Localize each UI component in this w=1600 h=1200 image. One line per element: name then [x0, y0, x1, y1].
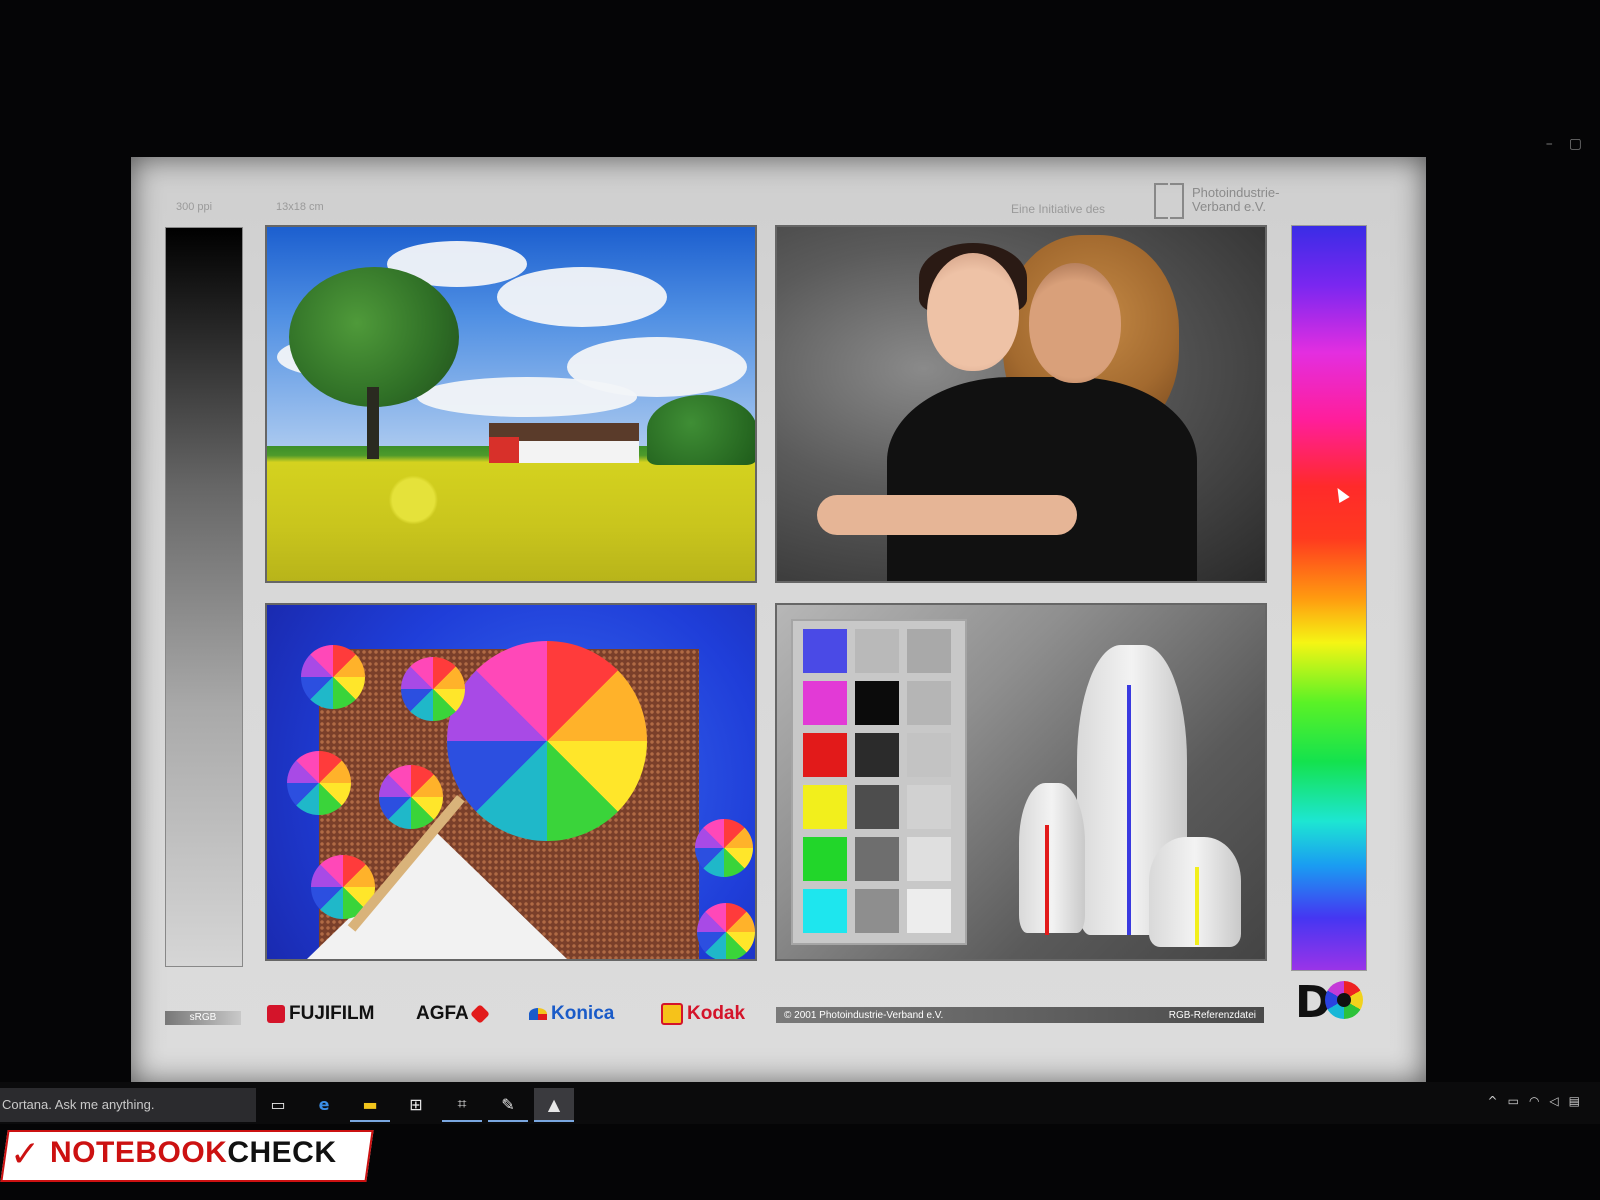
store-icon[interactable]: ⊞	[396, 1088, 436, 1120]
brand-konica: Konica	[529, 1003, 614, 1025]
landscape-photo	[265, 225, 757, 583]
copyright-text: © 2001 Photoindustrie-Verband e.V.	[784, 1009, 944, 1021]
paint-icon[interactable]: ✎	[488, 1088, 528, 1122]
tree	[289, 267, 459, 407]
app-icon[interactable]: ⌗	[442, 1088, 482, 1122]
pv-logo-icon	[1154, 183, 1184, 219]
rapeseed-field	[267, 446, 755, 581]
notification-icon[interactable]: ▤	[1569, 1094, 1580, 1108]
window-controls: – ▢	[1546, 136, 1582, 152]
brand-fujifilm: FUJIFILM	[267, 1003, 375, 1025]
patch-red	[803, 733, 847, 777]
minimize-icon[interactable]: –	[1546, 136, 1553, 152]
patch-yellow	[803, 785, 847, 829]
battery-icon[interactable]: ▭	[1508, 1094, 1519, 1108]
file-label-text: RGB-Referenzdatei	[1168, 1009, 1256, 1021]
chevron-up-icon[interactable]: ^	[1488, 1094, 1498, 1108]
pv-name-line1: Photoindustrie-	[1192, 185, 1280, 200]
farmhouse	[489, 423, 639, 463]
color-patch-card	[791, 619, 967, 945]
small-jug-left	[1019, 783, 1085, 933]
agfa-icon	[469, 1004, 490, 1024]
large-pinwheel	[447, 641, 647, 841]
grayscale-gradient-strip	[165, 227, 243, 967]
watermark-part1: NOTEBOOK	[50, 1136, 228, 1169]
edge-icon[interactable]: e	[304, 1088, 344, 1120]
photoindustrie-logo: Photoindustrie- Verband e.V.	[1154, 183, 1279, 219]
patch-green	[803, 837, 847, 881]
konica-icon	[529, 1008, 547, 1020]
watermark-part2: CHECK	[227, 1136, 337, 1169]
kodak-icon	[661, 1003, 683, 1025]
footer-info-bar: © 2001 Photoindustrie-Verband e.V. RGB-R…	[776, 1007, 1264, 1023]
file-explorer-icon[interactable]: ▬	[350, 1088, 390, 1122]
dq-logo: D	[1295, 977, 1365, 1029]
face-right	[1029, 263, 1121, 383]
patch-magenta	[803, 681, 847, 725]
face-left	[927, 253, 1019, 371]
cortana-search-box[interactable]: Cortana. Ask me anything.	[0, 1088, 256, 1122]
windows-taskbar: Cortana. Ask me anything. ▭ e ▬ ⊞ ⌗ ✎ ▲ …	[0, 1082, 1600, 1124]
portrait-photo	[775, 225, 1267, 583]
pv-logo-text: Photoindustrie- Verband e.V.	[1192, 186, 1279, 214]
maximize-icon[interactable]: ▢	[1569, 136, 1582, 152]
srgb-label: sRGB	[165, 1011, 241, 1025]
photos-icon[interactable]: ▲	[534, 1088, 574, 1122]
pv-name-line2: Verband e.V.	[1192, 199, 1266, 214]
notebookcheck-watermark: ✓ NOTEBOOKCHECK	[0, 1126, 374, 1186]
color-patches-photo	[775, 603, 1267, 961]
brand-kodak: Kodak	[661, 1003, 745, 1025]
patch-cyan	[803, 889, 847, 933]
print-size-label: 13x18 cm	[276, 201, 324, 213]
system-tray: ^ ▭ ◠ ◁ ▤	[1488, 1094, 1580, 1108]
task-view-icon[interactable]: ▭	[258, 1088, 298, 1120]
volume-icon[interactable]: ◁	[1549, 1094, 1558, 1108]
fujifilm-icon	[267, 1005, 285, 1023]
wifi-icon[interactable]: ◠	[1529, 1094, 1539, 1108]
patch-blue	[803, 629, 847, 673]
initiative-label: Eine Initiative des	[1011, 202, 1106, 216]
dq-color-wheel-icon	[1325, 981, 1363, 1019]
checkmark-icon: ✓	[10, 1134, 41, 1175]
pinwheels-photo	[265, 603, 757, 961]
color-spectrum-strip	[1291, 225, 1367, 971]
resolution-label: 300 ppi	[176, 201, 213, 213]
color-test-chart: 300 ppi 13x18 cm Eine Initiative des Pho…	[131, 157, 1426, 1084]
brand-agfa: AGFA	[416, 1003, 490, 1025]
